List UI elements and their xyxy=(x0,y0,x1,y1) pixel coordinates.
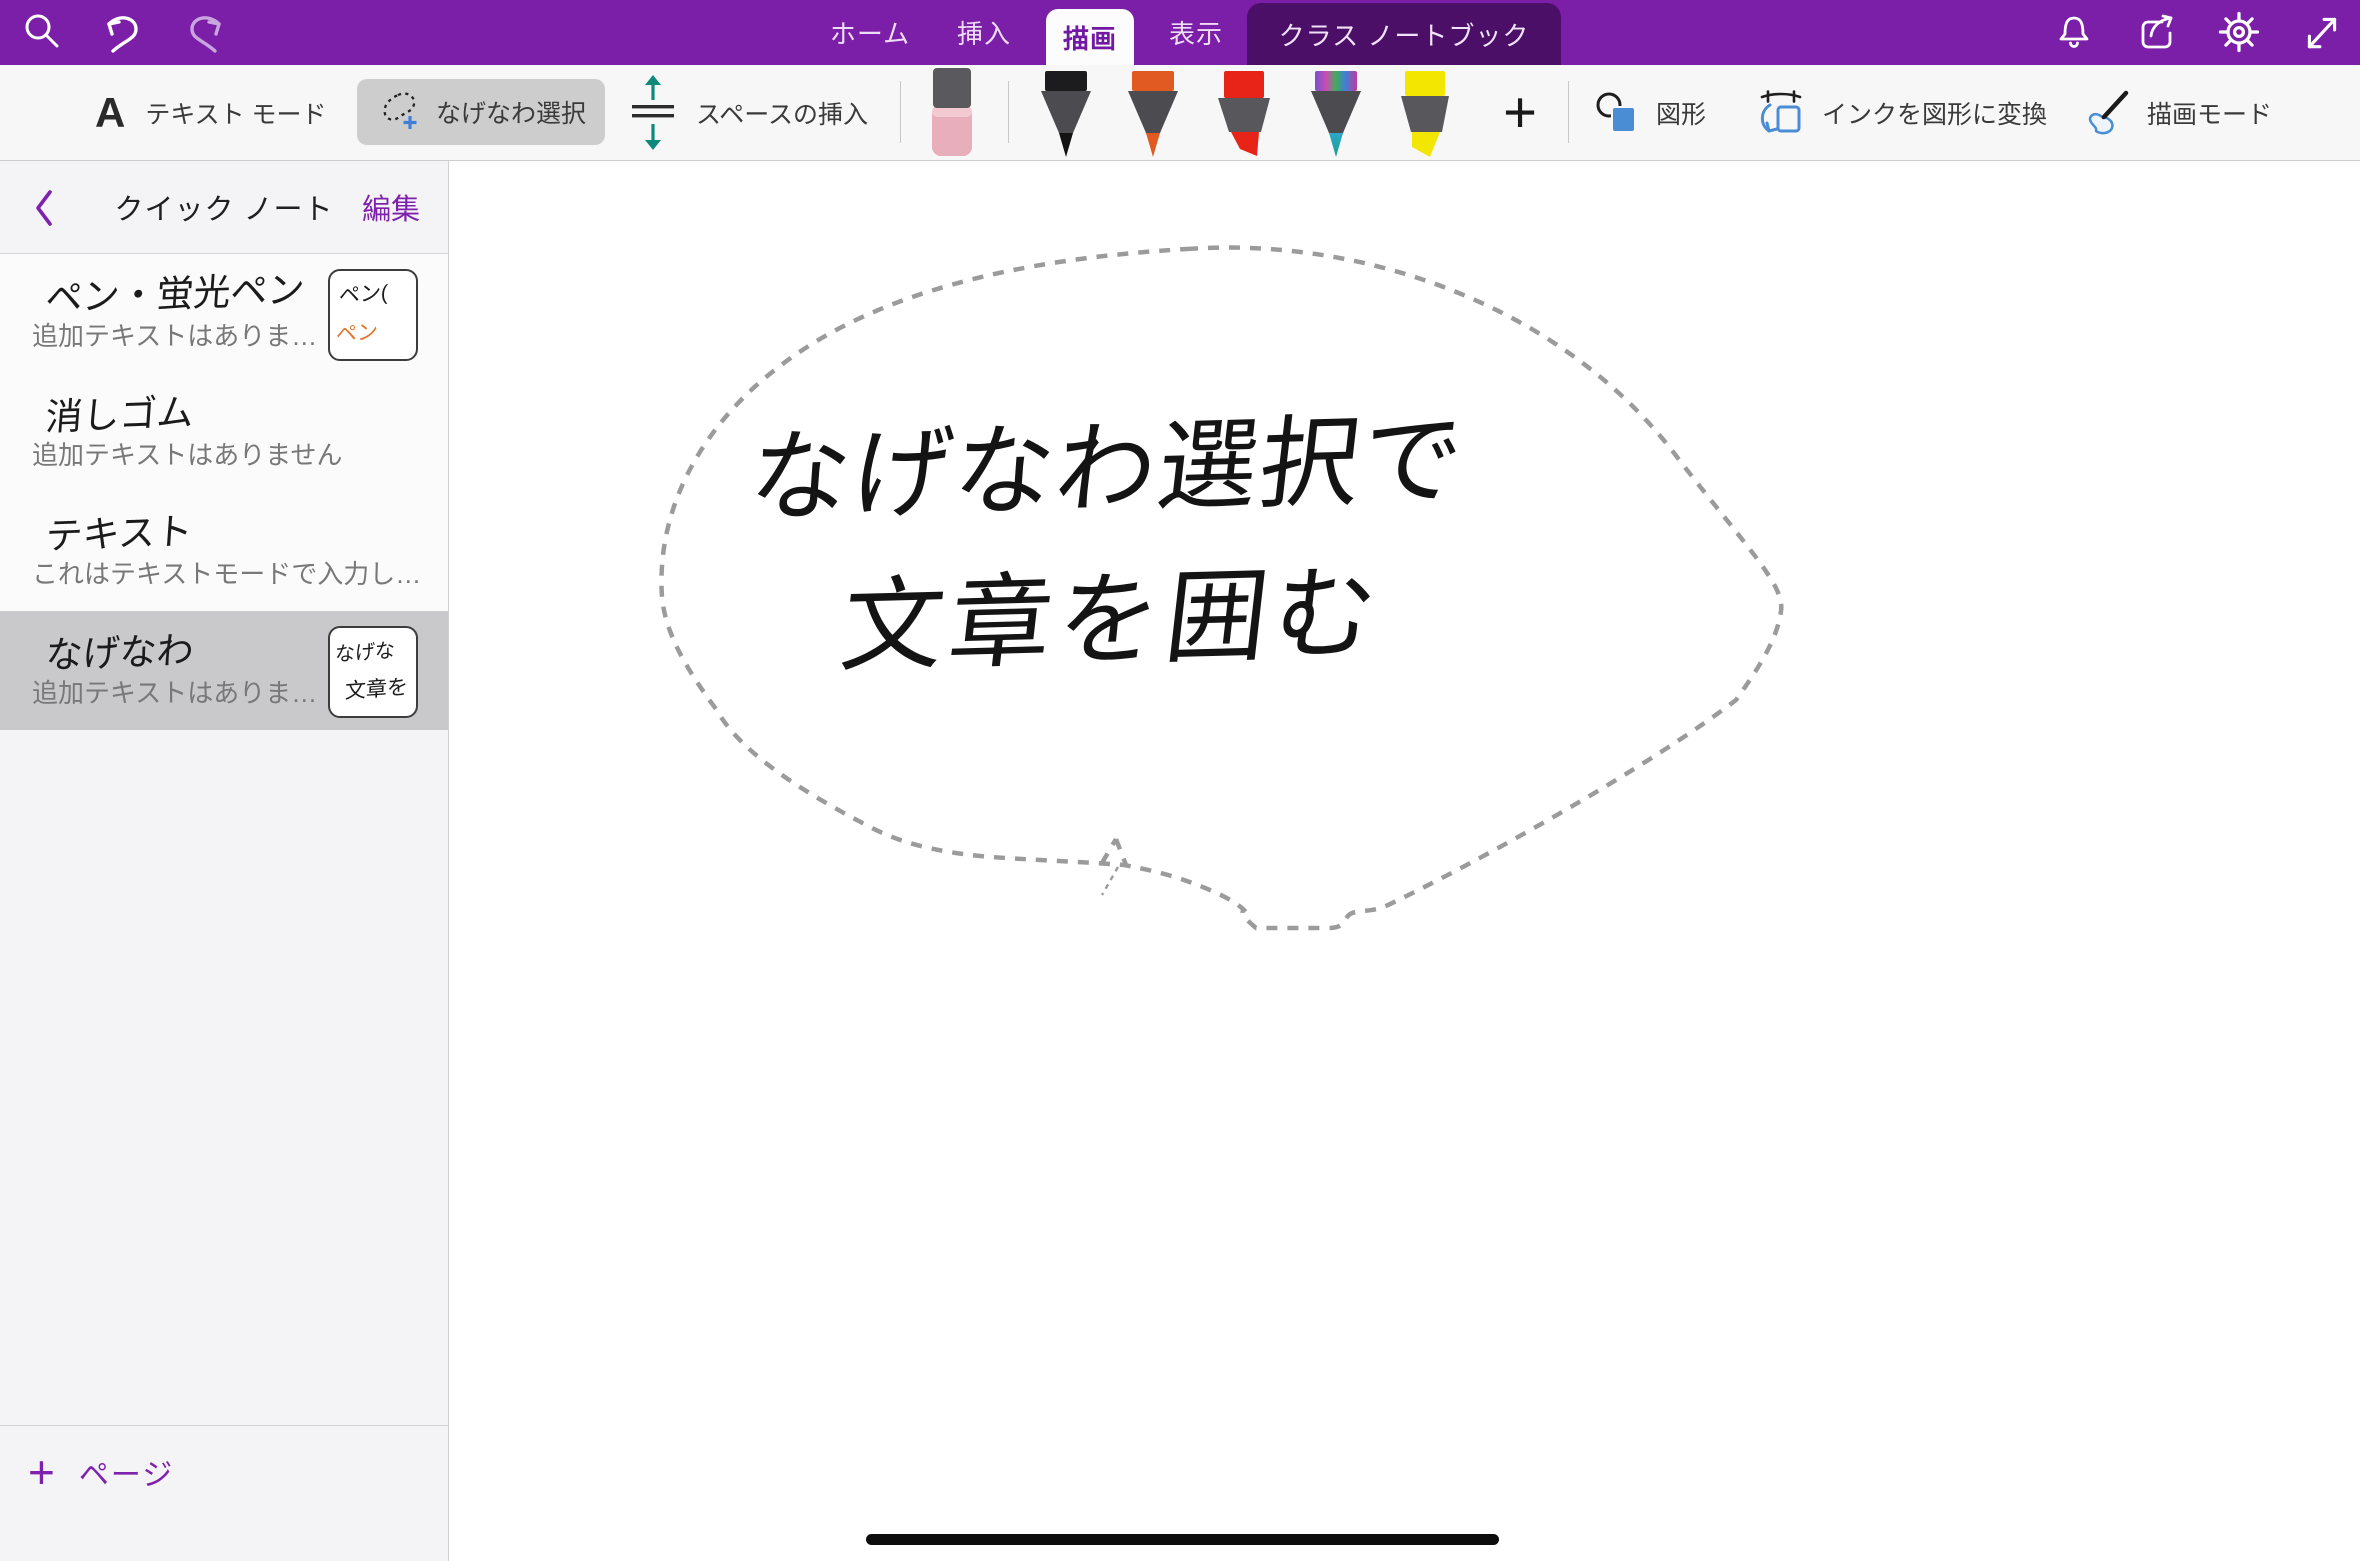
page-item-text[interactable]: テキスト これはテキストモードで入力し… xyxy=(0,492,448,611)
sidebar-header: クイック ノート 編集 xyxy=(0,161,448,254)
ink-handwriting-line-1[interactable]: なげなわ選択で xyxy=(744,409,1469,528)
draw-ribbon-toolbar: A テキスト モード なげなわ選択 スペースの挿入 xyxy=(0,65,2360,161)
pen-rainbow-tool[interactable] xyxy=(1307,71,1365,166)
page-title-handwriting: ペン・蛍光ペン xyxy=(44,259,307,322)
top-app-bar: ホーム 挿入 描画 表示 クラス ノートブック xyxy=(0,0,2360,65)
thumbnail-ink-line: ペン( xyxy=(339,276,389,310)
thumbnail-ink-line: ペン xyxy=(336,315,379,348)
onenote-app-window: ホーム 挿入 描画 表示 クラス ノートブック xyxy=(0,0,2360,1561)
edit-button[interactable]: 編集 xyxy=(362,161,420,253)
text-mode-label: テキスト モード xyxy=(145,95,326,131)
toolbar-divider xyxy=(1568,81,1569,143)
toolbar-divider xyxy=(900,81,901,143)
highlighter-yellow-tool[interactable] xyxy=(1396,71,1454,166)
fullscreen-expand-icon[interactable] xyxy=(2302,10,2342,54)
search-icon[interactable] xyxy=(22,10,62,54)
plus-icon: + xyxy=(28,1449,55,1495)
page-list: ペン・蛍光ペン 追加テキストはありま… ペン( ペン 消しゴム 追加テキストはあ… xyxy=(0,254,448,730)
undo-icon[interactable] xyxy=(100,10,146,56)
lasso-select-button[interactable]: なげなわ選択 xyxy=(357,79,605,145)
thumbnail-ink-line: 文章を xyxy=(345,671,409,706)
home-indicator[interactable] xyxy=(866,1534,1499,1545)
ink-to-shape-icon xyxy=(1755,88,1807,138)
add-pen-button[interactable]: + xyxy=(1492,65,1548,160)
share-icon[interactable] xyxy=(2136,10,2178,54)
page-title-handwriting: テキスト xyxy=(44,501,195,560)
note-canvas[interactable]: なげなわ選択で 文章を囲む xyxy=(450,161,2360,1561)
page-subtitle: 追加テキストはありま… xyxy=(32,316,317,353)
page-subtitle: これはテキストモードで入力し… xyxy=(32,554,421,591)
draw-mode-label: 描画モード xyxy=(2147,95,2272,131)
sidebar-bottom-divider xyxy=(0,1425,448,1426)
add-page-label: ページ xyxy=(79,1450,174,1494)
insert-space-label: スペースの挿入 xyxy=(696,95,868,131)
shapes-button[interactable]: 図形 xyxy=(1595,65,1706,160)
page-thumbnail: なげな 文章を xyxy=(328,626,418,718)
page-subtitle: 追加テキストはありません xyxy=(32,435,342,472)
pen-black-tool[interactable] xyxy=(1037,71,1095,166)
shapes-icon xyxy=(1595,90,1639,136)
settings-gear-icon[interactable] xyxy=(2218,10,2260,54)
tab-view[interactable]: 表示 xyxy=(1150,0,1242,65)
lasso-select-label: なげなわ選択 xyxy=(436,94,586,130)
lasso-icon xyxy=(376,88,422,136)
shapes-label: 図形 xyxy=(1656,95,1706,131)
page-list-sidebar: クイック ノート 編集 ペン・蛍光ペン 追加テキストはありま… ペン( ペン 消… xyxy=(0,161,449,1561)
page-subtitle: 追加テキストはありま… xyxy=(32,673,317,710)
notifications-bell-icon[interactable] xyxy=(2054,10,2094,54)
tab-draw[interactable]: 描画 xyxy=(1046,9,1134,65)
page-item-pen-highlighter[interactable]: ペン・蛍光ペン 追加テキストはありま… ペン( ペン xyxy=(0,254,448,373)
page-item-eraser[interactable]: 消しゴム 追加テキストはありません xyxy=(0,373,448,492)
thumbnail-ink-line: なげな xyxy=(335,634,396,667)
tab-insert[interactable]: 挿入 xyxy=(938,0,1030,65)
text-mode-a-icon: A xyxy=(95,92,125,134)
draw-mode-button[interactable]: 描画モード xyxy=(2082,65,2272,160)
tab-class-notebook[interactable]: クラス ノートブック xyxy=(1247,3,1561,65)
ink-to-shape-label: インクを図形に変換 xyxy=(1822,95,2047,131)
page-title-handwriting: なげなわ xyxy=(44,620,196,679)
ink-handwriting-line-2[interactable]: 文章を囲む xyxy=(836,562,1387,678)
page-item-lasso-selected[interactable]: なげなわ 追加テキストはありま… なげな 文章を xyxy=(0,611,448,730)
insert-space-button[interactable]: スペースの挿入 xyxy=(630,65,868,160)
lasso-selection-outline xyxy=(450,161,2360,1561)
ink-to-shape-button[interactable]: インクを図形に変換 xyxy=(1755,65,2047,160)
add-page-button[interactable]: + ページ xyxy=(28,1449,174,1495)
tab-home[interactable]: ホーム xyxy=(818,0,922,65)
redo-icon[interactable] xyxy=(182,10,228,56)
eraser-tool[interactable] xyxy=(930,68,974,163)
page-title-handwriting: 消しゴム xyxy=(44,382,196,441)
marker-red-tool[interactable] xyxy=(1215,71,1273,166)
text-mode-button[interactable]: A テキスト モード xyxy=(95,65,327,160)
pen-orange-tool[interactable] xyxy=(1124,71,1182,166)
page-thumbnail: ペン( ペン xyxy=(328,269,418,361)
insert-space-icon xyxy=(630,74,676,152)
draw-mode-hand-pen-icon xyxy=(2082,89,2132,137)
toolbar-divider xyxy=(1008,81,1009,143)
